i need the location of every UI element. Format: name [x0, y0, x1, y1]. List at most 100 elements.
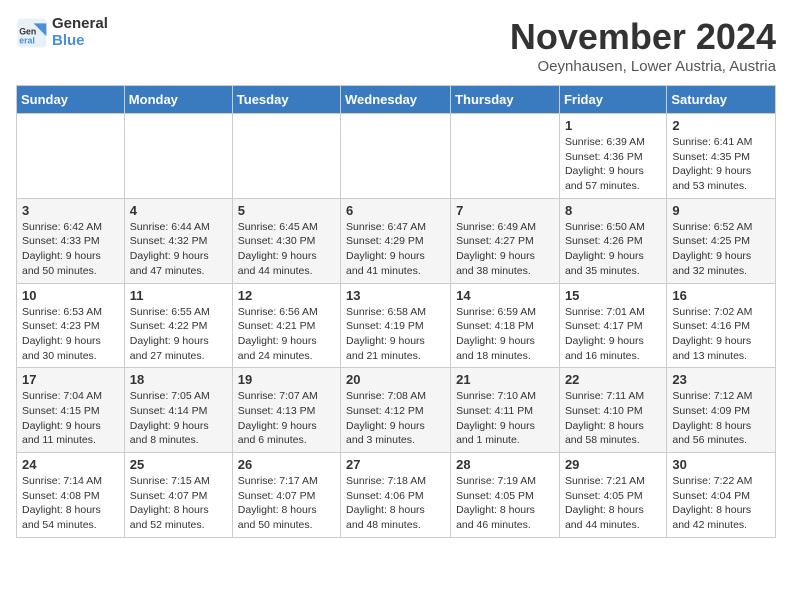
- calendar-cell: [232, 114, 340, 199]
- day-number: 10: [22, 288, 119, 303]
- day-info: Sunrise: 6:41 AM Sunset: 4:35 PM Dayligh…: [672, 135, 770, 194]
- logo: Gen eral General Blue: [16, 16, 108, 49]
- calendar-cell: 4 Sunrise: 6:44 AM Sunset: 4:32 PM Daylig…: [124, 198, 232, 283]
- calendar-cell: 6 Sunrise: 6:47 AM Sunset: 4:29 PM Daylig…: [341, 198, 451, 283]
- weekday-header-friday: Friday: [559, 86, 666, 114]
- day-info: Sunrise: 7:12 AM Sunset: 4:09 PM Dayligh…: [672, 389, 770, 448]
- week-row-2: 3Sunrise: 6:42 AM Sunset: 4:33 PM Daylig…: [17, 198, 776, 283]
- day-info: Sunrise: 6:44 AM Sunset: 4:32 PM Dayligh…: [130, 220, 227, 279]
- day-number: 27: [346, 457, 445, 472]
- week-row-4: 17Sunrise: 7:04 AM Sunset: 4:15 PM Dayli…: [17, 368, 776, 453]
- calendar-cell: 8 Sunrise: 6:50 AM Sunset: 4:26 PM Daylig…: [559, 198, 666, 283]
- title-block: November 2024 Oeynhausen, Lower Austria,…: [510, 16, 776, 75]
- day-number: 29: [565, 457, 661, 472]
- location: Oeynhausen, Lower Austria, Austria: [510, 58, 776, 75]
- day-info: Sunrise: 6:47 AM Sunset: 4:29 PM Dayligh…: [346, 220, 445, 279]
- day-number: 28: [456, 457, 554, 472]
- calendar-cell: 24 Sunrise: 7:14 AM Sunset: 4:08 PM Dayli…: [17, 453, 125, 538]
- calendar-cell: 20 Sunrise: 7:08 AM Sunset: 4:12 PM Dayli…: [341, 368, 451, 453]
- day-info: Sunrise: 7:14 AM Sunset: 4:08 PM Dayligh…: [22, 474, 119, 533]
- day-info: Sunrise: 7:18 AM Sunset: 4:06 PM Dayligh…: [346, 474, 445, 533]
- day-number: 22: [565, 372, 661, 387]
- day-info: Sunrise: 7:19 AM Sunset: 4:05 PM Dayligh…: [456, 474, 554, 533]
- day-info: Sunrise: 7:10 AM Sunset: 4:11 PM Dayligh…: [456, 389, 554, 448]
- day-info: Sunrise: 7:01 AM Sunset: 4:17 PM Dayligh…: [565, 305, 661, 364]
- calendar-cell: 30 Sunrise: 7:22 AM Sunset: 4:04 PM Dayli…: [667, 453, 776, 538]
- day-number: 12: [238, 288, 335, 303]
- calendar-cell: 10 Sunrise: 6:53 AM Sunset: 4:23 PM Dayli…: [17, 283, 125, 368]
- weekday-header-wednesday: Wednesday: [341, 86, 451, 114]
- calendar-cell: 28 Sunrise: 7:19 AM Sunset: 4:05 PM Dayli…: [451, 453, 560, 538]
- weekday-header-row: SundayMondayTuesdayWednesdayThursdayFrid…: [17, 86, 776, 114]
- calendar-cell: 14 Sunrise: 6:59 AM Sunset: 4:18 PM Dayli…: [451, 283, 560, 368]
- calendar-cell: 12Sunrise: 6:56 AM Sunset: 4:21 PM Dayli…: [232, 283, 340, 368]
- day-number: 21: [456, 372, 554, 387]
- page-header: Gen eral General Blue November 2024 Oeyn…: [16, 16, 776, 75]
- day-info: Sunrise: 6:39 AM Sunset: 4:36 PM Dayligh…: [565, 135, 661, 194]
- weekday-header-monday: Monday: [124, 86, 232, 114]
- day-number: 7: [456, 203, 554, 218]
- weekday-header-saturday: Saturday: [667, 86, 776, 114]
- day-info: Sunrise: 6:49 AM Sunset: 4:27 PM Dayligh…: [456, 220, 554, 279]
- day-number: 14: [456, 288, 554, 303]
- day-info: Sunrise: 7:21 AM Sunset: 4:05 PM Dayligh…: [565, 474, 661, 533]
- day-number: 19: [238, 372, 335, 387]
- day-number: 1: [565, 118, 661, 133]
- day-number: 8: [565, 203, 661, 218]
- day-info: Sunrise: 6:52 AM Sunset: 4:25 PM Dayligh…: [672, 220, 770, 279]
- day-number: 5: [238, 203, 335, 218]
- day-info: Sunrise: 7:07 AM Sunset: 4:13 PM Dayligh…: [238, 389, 335, 448]
- calendar-cell: 1 Sunrise: 6:39 AM Sunset: 4:36 PM Daylig…: [559, 114, 666, 199]
- day-number: 9: [672, 203, 770, 218]
- day-number: 26: [238, 457, 335, 472]
- day-info: Sunrise: 7:04 AM Sunset: 4:15 PM Dayligh…: [22, 389, 119, 448]
- day-info: Sunrise: 6:45 AM Sunset: 4:30 PM Dayligh…: [238, 220, 335, 279]
- day-number: 16: [672, 288, 770, 303]
- day-info: Sunrise: 7:08 AM Sunset: 4:12 PM Dayligh…: [346, 389, 445, 448]
- day-info: Sunrise: 6:50 AM Sunset: 4:26 PM Dayligh…: [565, 220, 661, 279]
- calendar-cell: 15 Sunrise: 7:01 AM Sunset: 4:17 PM Dayli…: [559, 283, 666, 368]
- day-number: 4: [130, 203, 227, 218]
- week-row-1: 1 Sunrise: 6:39 AM Sunset: 4:36 PM Daylig…: [17, 114, 776, 199]
- calendar-cell: 22 Sunrise: 7:11 AM Sunset: 4:10 PM Dayli…: [559, 368, 666, 453]
- week-row-3: 10 Sunrise: 6:53 AM Sunset: 4:23 PM Dayli…: [17, 283, 776, 368]
- day-info: Sunrise: 7:22 AM Sunset: 4:04 PM Dayligh…: [672, 474, 770, 533]
- calendar-table: SundayMondayTuesdayWednesdayThursdayFrid…: [16, 85, 776, 538]
- day-info: Sunrise: 7:17 AM Sunset: 4:07 PM Dayligh…: [238, 474, 335, 533]
- day-info: Sunrise: 7:15 AM Sunset: 4:07 PM Dayligh…: [130, 474, 227, 533]
- calendar-cell: 27 Sunrise: 7:18 AM Sunset: 4:06 PM Dayli…: [341, 453, 451, 538]
- day-number: 2: [672, 118, 770, 133]
- calendar-cell: 16Sunrise: 7:02 AM Sunset: 4:16 PM Dayli…: [667, 283, 776, 368]
- calendar-cell: 3Sunrise: 6:42 AM Sunset: 4:33 PM Daylig…: [17, 198, 125, 283]
- calendar-cell: 18Sunrise: 7:05 AM Sunset: 4:14 PM Dayli…: [124, 368, 232, 453]
- day-info: Sunrise: 6:55 AM Sunset: 4:22 PM Dayligh…: [130, 305, 227, 364]
- day-number: 24: [22, 457, 119, 472]
- calendar-cell: 29 Sunrise: 7:21 AM Sunset: 4:05 PM Dayli…: [559, 453, 666, 538]
- day-number: 15: [565, 288, 661, 303]
- day-number: 30: [672, 457, 770, 472]
- calendar-cell: [451, 114, 560, 199]
- day-number: 6: [346, 203, 445, 218]
- calendar-cell: 11Sunrise: 6:55 AM Sunset: 4:22 PM Dayli…: [124, 283, 232, 368]
- day-number: 25: [130, 457, 227, 472]
- weekday-header-thursday: Thursday: [451, 86, 560, 114]
- calendar-cell: 19 Sunrise: 7:07 AM Sunset: 4:13 PM Dayli…: [232, 368, 340, 453]
- day-info: Sunrise: 6:59 AM Sunset: 4:18 PM Dayligh…: [456, 305, 554, 364]
- calendar-cell: 7 Sunrise: 6:49 AM Sunset: 4:27 PM Daylig…: [451, 198, 560, 283]
- day-info: Sunrise: 7:11 AM Sunset: 4:10 PM Dayligh…: [565, 389, 661, 448]
- calendar-cell: 26 Sunrise: 7:17 AM Sunset: 4:07 PM Dayli…: [232, 453, 340, 538]
- calendar-cell: [341, 114, 451, 199]
- weekday-header-tuesday: Tuesday: [232, 86, 340, 114]
- calendar-cell: 2 Sunrise: 6:41 AM Sunset: 4:35 PM Daylig…: [667, 114, 776, 199]
- calendar-cell: 17Sunrise: 7:04 AM Sunset: 4:15 PM Dayli…: [17, 368, 125, 453]
- calendar-cell: 5 Sunrise: 6:45 AM Sunset: 4:30 PM Daylig…: [232, 198, 340, 283]
- calendar-cell: 21 Sunrise: 7:10 AM Sunset: 4:11 PM Dayli…: [451, 368, 560, 453]
- calendar-cell: 13Sunrise: 6:58 AM Sunset: 4:19 PM Dayli…: [341, 283, 451, 368]
- day-number: 20: [346, 372, 445, 387]
- day-info: Sunrise: 6:53 AM Sunset: 4:23 PM Dayligh…: [22, 305, 119, 364]
- day-number: 23: [672, 372, 770, 387]
- month-title: November 2024: [510, 16, 776, 58]
- calendar-cell: [17, 114, 125, 199]
- day-info: Sunrise: 6:58 AM Sunset: 4:19 PM Dayligh…: [346, 305, 445, 364]
- calendar-cell: 9 Sunrise: 6:52 AM Sunset: 4:25 PM Daylig…: [667, 198, 776, 283]
